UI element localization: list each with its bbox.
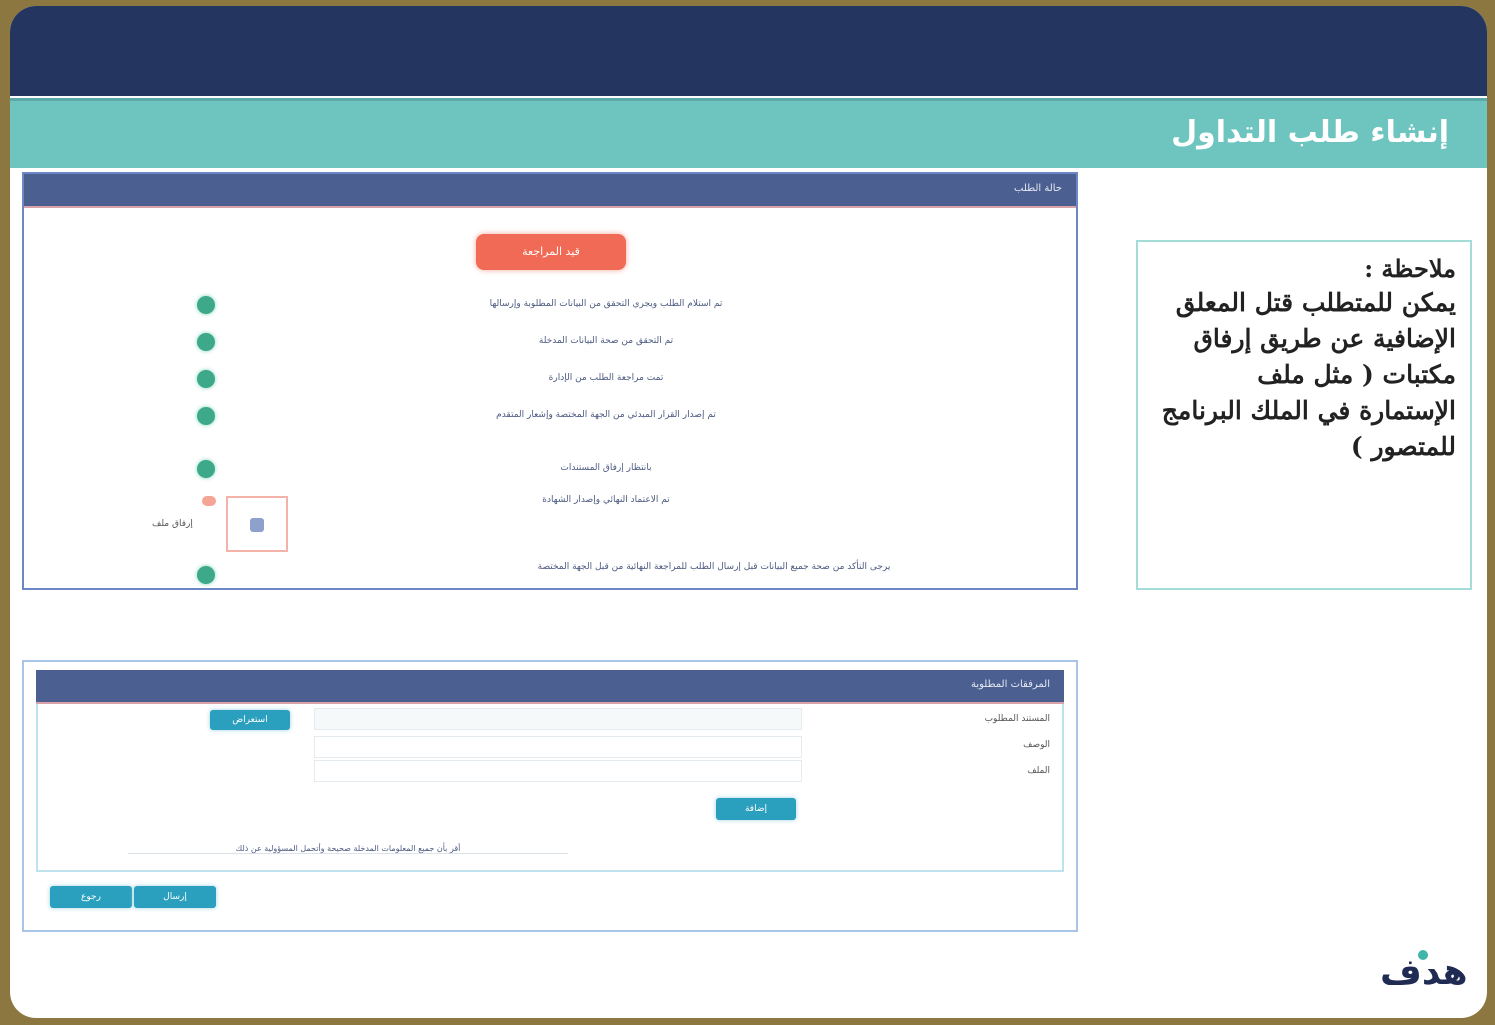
step-check-icon (197, 460, 215, 478)
browse-button[interactable]: استعراض (210, 710, 290, 730)
upload-attachment-button[interactable] (226, 496, 288, 552)
step-text: تم التحقق من صحة البيانات المدخلة (538, 336, 674, 346)
step-row: تمت مراجعة الطلب من الإدارة (24, 370, 1076, 390)
warning-icon (202, 496, 216, 506)
slide-title: إنشاء طلب التداول (1171, 115, 1449, 150)
terms-acknowledgement[interactable]: أقر بأن جميع المعلومات المدخلة صحيحة وأت… (128, 844, 568, 854)
step-text: تم الاعتماد النهائي وإصدار الشهادة (542, 495, 670, 505)
step-row: تم التحقق من صحة البيانات المدخلة (24, 333, 1076, 353)
description-field[interactable] (314, 736, 802, 758)
panel-header-label: المرفقات المطلوبة (970, 679, 1050, 690)
step-row: تم الاعتماد النهائي وإصدار الشهادة (24, 492, 1076, 512)
panel-header-label: حالة الطلب (1014, 183, 1062, 194)
note-box: ملاحظة : يمكن للمتطلب قتل المعلق الإضافي… (1136, 240, 1472, 590)
step-check-icon (197, 407, 215, 425)
panel-header: حالة الطلب (24, 174, 1076, 208)
upload-icon (250, 518, 264, 532)
submit-button[interactable]: إرسال (134, 886, 216, 908)
note-text: يمكن للمتطلب قتل المعلق الإضافية عن طريق… (1161, 288, 1456, 461)
panel-footer-note: يرجى التأكد من صحة جميع البيانات قبل إرس… (537, 562, 891, 572)
step-check-icon (197, 566, 215, 584)
file-field[interactable] (314, 760, 802, 782)
upload-label: إرفاق ملف (152, 519, 193, 529)
step-text: بانتظار إرفاق المستندات (560, 463, 652, 473)
title-band: إنشاء طلب التداول (10, 98, 1487, 168)
step-row: تم استلام الطلب ويجري التحقق من البيانات… (24, 296, 1076, 316)
step-text: تمت مراجعة الطلب من الإدارة (548, 373, 664, 383)
add-button[interactable]: إضافة (716, 798, 796, 820)
step-row: بانتظار إرفاق المستندات (24, 460, 1076, 480)
step-text: تم استلام الطلب ويجري التحقق من البيانات… (489, 299, 723, 309)
request-status-panel: حالة الطلب قيد المراجعة تم استلام الطلب … (22, 172, 1078, 590)
panel-header: المرفقات المطلوبة (36, 670, 1064, 704)
field-label: الملف (1027, 766, 1050, 776)
top-header-bar (10, 6, 1487, 96)
document-type-field[interactable] (314, 708, 802, 730)
step-row: تم إصدار القرار المبدئي من الجهة المختصة… (24, 407, 1076, 427)
status-badge: قيد المراجعة (476, 234, 626, 270)
back-button[interactable]: رجوع (50, 886, 132, 908)
step-text: تم إصدار القرار المبدئي من الجهة المختصة… (496, 410, 716, 420)
note-title: ملاحظة : (1364, 254, 1456, 283)
step-check-icon (197, 370, 215, 388)
step-check-icon (197, 296, 215, 314)
brand-logo: هدف (1372, 944, 1472, 1004)
step-check-icon (197, 333, 215, 351)
attachments-panel: المرفقات المطلوبة المستند المطلوب الوصف … (22, 660, 1078, 932)
slide-frame: إنشاء طلب التداول ملاحظة : يمكن للمتطلب … (10, 6, 1487, 1018)
field-label: المستند المطلوب (984, 714, 1050, 724)
field-label: الوصف (1023, 740, 1050, 750)
attachments-form: المستند المطلوب الوصف الملف استعراض إضاف… (36, 704, 1064, 872)
logo-text: هدف (1380, 952, 1470, 993)
